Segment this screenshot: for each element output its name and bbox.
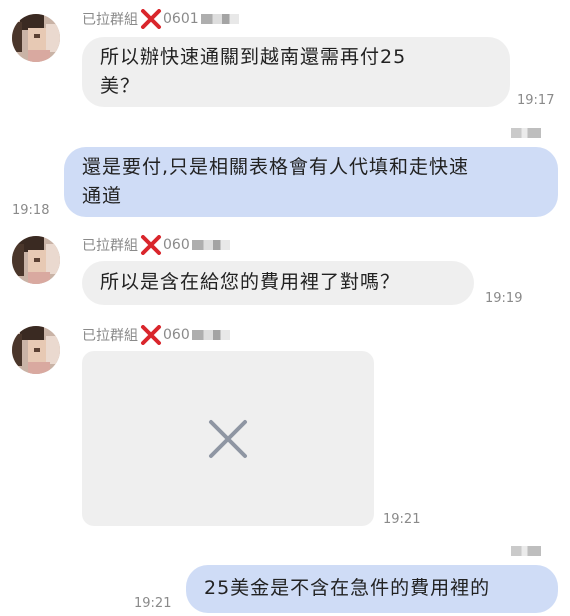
red-x-icon	[141, 9, 161, 29]
chat-conversation: 已拉群組 0601 所以辦快速通關到越南還需再付25 美？ 19:17 還是要付…	[0, 0, 570, 616]
message-bubble-outgoing[interactable]: 25美金是不含在急件的費用裡的	[186, 565, 558, 613]
sender-label: 已拉群組	[82, 12, 138, 28]
redacted-id	[191, 330, 230, 340]
message-bubble-incoming[interactable]: 所以辦快速通關到越南還需再付25 美？	[82, 37, 510, 107]
avatar[interactable]	[12, 326, 60, 374]
message-bubble-outgoing[interactable]: 還是要付,只是相關表格會有人代填和走快速 通道	[64, 147, 558, 217]
message-text: 所以辦快速通關到越南還需再付25	[100, 46, 407, 68]
message-time: 19:18	[12, 203, 50, 218]
sender-label: 已拉群組	[82, 238, 138, 254]
sender-name: 已拉群組 0601	[82, 9, 239, 29]
message-text: 25美金是不含在急件的費用裡的	[204, 577, 491, 599]
message-time: 19:21	[383, 512, 421, 527]
sender-label: 已拉群組	[82, 328, 138, 344]
message-time: 19:17	[517, 93, 555, 108]
message-text: 美？	[100, 75, 141, 97]
broken-image-x-icon	[209, 419, 247, 458]
message-time: 19:21	[134, 596, 172, 611]
message-text: 所以是含在給您的費用裡了對嗎？	[100, 271, 401, 293]
image-attachment[interactable]	[82, 351, 374, 526]
redacted-id	[191, 240, 230, 250]
avatar[interactable]	[12, 14, 60, 62]
message-text: 還是要付,只是相關表格會有人代填和走快速	[82, 156, 470, 178]
red-x-icon	[141, 235, 161, 255]
read-status	[511, 546, 541, 556]
sender-id: 060	[163, 327, 190, 343]
sender-id: 0601	[163, 11, 199, 27]
message-time: 19:19	[485, 291, 523, 306]
sender-name: 已拉群組 060	[82, 325, 230, 345]
red-x-icon	[141, 325, 161, 345]
redacted-id	[200, 14, 239, 24]
message-bubble-incoming[interactable]: 所以是含在給您的費用裡了對嗎？	[82, 261, 474, 305]
sender-name: 已拉群組 060	[82, 235, 230, 255]
read-status	[511, 128, 541, 138]
sender-id: 060	[163, 237, 190, 253]
message-text: 通道	[82, 185, 123, 207]
avatar[interactable]	[12, 236, 60, 284]
